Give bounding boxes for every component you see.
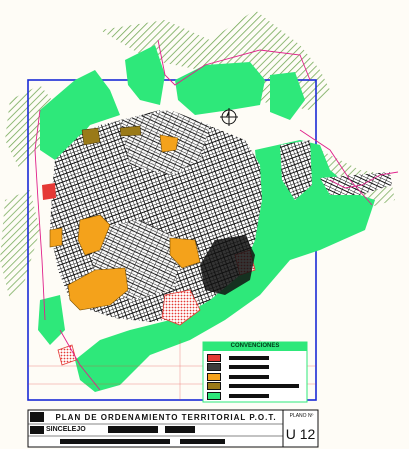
legend-title: CONVENCIONES xyxy=(230,343,280,349)
legend-label-redacted xyxy=(229,365,269,369)
logo-seal xyxy=(30,412,44,422)
legend-item xyxy=(207,391,305,400)
legend-swatch xyxy=(207,363,221,371)
legend-swatch xyxy=(207,372,221,381)
map-title: PLAN DE ORDENAMIENTO TERRITORIAL P.O.T. xyxy=(55,413,277,422)
sheet-label: PLANO Nº xyxy=(289,413,314,419)
legend-item xyxy=(207,353,305,362)
sheet-number: U 12 xyxy=(285,426,316,442)
legend-item xyxy=(207,363,305,372)
legend-label-redacted xyxy=(229,374,269,379)
territorial-map xyxy=(0,10,399,448)
legend-item xyxy=(207,382,305,391)
city-name: SINCELEJO xyxy=(46,426,86,433)
legend-label-redacted xyxy=(229,355,269,360)
legend-rows xyxy=(207,353,305,401)
legend-item xyxy=(207,372,305,381)
legend-swatch xyxy=(207,382,221,390)
legend-swatch xyxy=(207,353,221,362)
legend-label-redacted xyxy=(229,393,269,398)
legend-label-redacted xyxy=(229,384,299,388)
legend-swatch xyxy=(207,391,221,400)
